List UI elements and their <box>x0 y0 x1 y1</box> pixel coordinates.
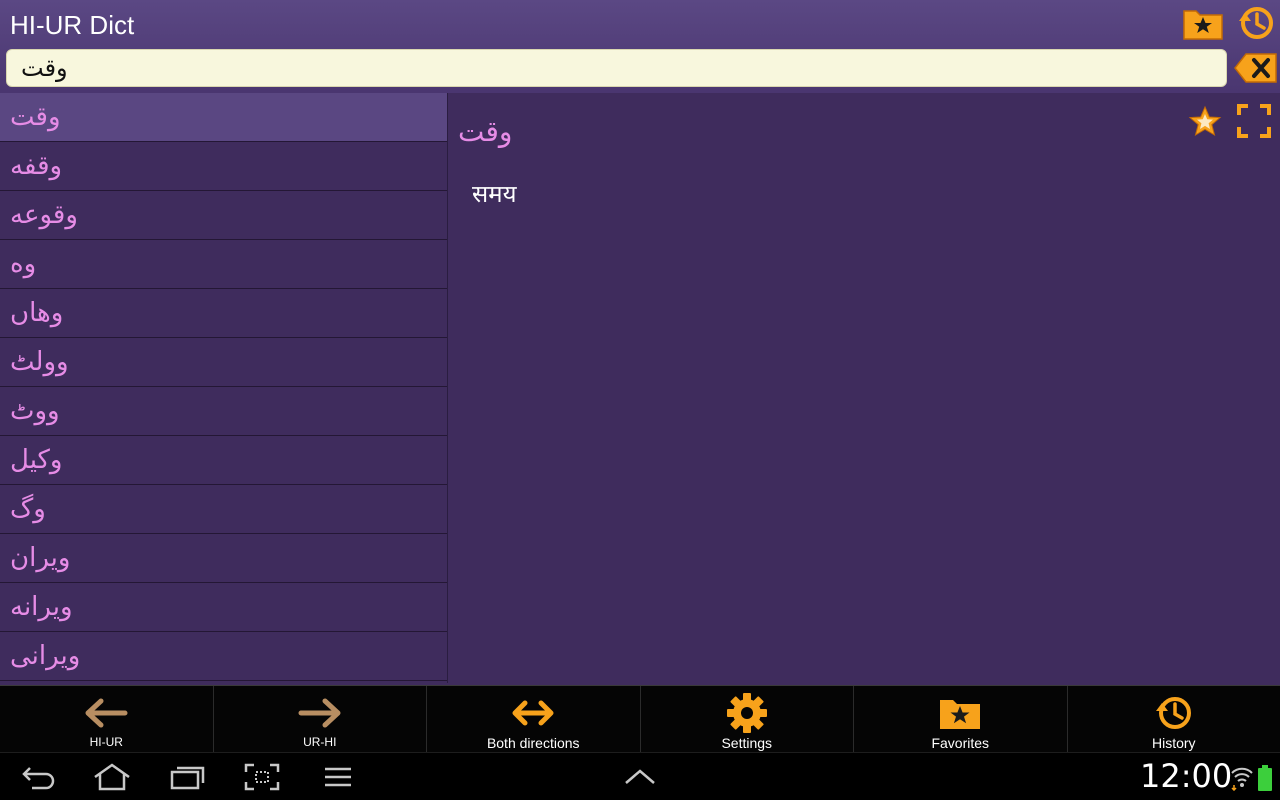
fullscreen-icon <box>1237 104 1271 138</box>
toolbar-label: Settings <box>721 735 773 751</box>
arrow-left-icon <box>85 698 128 728</box>
clock: 12:00 <box>1140 757 1233 795</box>
toolbar-both-directions[interactable]: Both directions <box>427 686 641 752</box>
list-item[interactable]: وهاں <box>0 289 447 338</box>
list-item-text: وولٹ <box>10 347 69 377</box>
list-item[interactable]: وولٹ <box>0 338 447 387</box>
system-navigation-bar: 12:00 <box>0 752 1280 800</box>
list-item-text: ویرانی <box>10 641 81 671</box>
list-item-text: وقفه <box>10 151 63 181</box>
history-icon <box>1239 7 1273 39</box>
back-button[interactable] <box>18 761 58 793</box>
toolbar-label: Both directions <box>486 735 580 751</box>
screenshot-button[interactable] <box>242 761 282 793</box>
word-list: وقت وقفه وقوعه وه وهاں وولٹ ووٹ وکیل وگ ویران ویرا… <box>0 93 448 683</box>
list-item[interactable]: ویرانه <box>0 583 447 632</box>
toolbar-label: HI-UR <box>89 735 123 749</box>
backspace-clear-icon <box>1234 53 1277 83</box>
menu-button[interactable] <box>318 761 358 793</box>
list-item[interactable]: وگ <box>0 485 447 534</box>
list-item-text: وقوعه <box>10 200 78 230</box>
clear-search-button[interactable] <box>1234 48 1278 88</box>
arrow-right-icon <box>298 698 341 728</box>
detail-translation: समय <box>472 180 517 208</box>
expand-up-button[interactable] <box>620 761 660 793</box>
header: HI-UR Dict <box>0 0 1280 93</box>
home-button[interactable] <box>92 761 132 793</box>
favorites-folder-icon <box>1183 10 1223 40</box>
search-box <box>6 49 1227 87</box>
chevron-up-icon <box>625 769 655 784</box>
detail-headword: وقت <box>458 115 513 148</box>
star-icon <box>1188 105 1222 137</box>
gear-icon <box>726 693 767 733</box>
list-item-text: وقت <box>10 102 61 132</box>
app-window: HI-UR Dict وقتوقفهوقوعهوهوهاںوولٹووٹوکی <box>0 0 1280 752</box>
toolbar-hi-ur[interactable]: HI-UR <box>0 686 214 752</box>
history-button[interactable] <box>1233 2 1279 44</box>
menu-icon <box>325 767 351 787</box>
list-item[interactable]: وکیل <box>0 436 447 485</box>
toolbar-settings[interactable]: Settings <box>641 686 854 752</box>
battery-icon <box>1258 765 1272 791</box>
detail-pane: وقت समय <box>448 93 1280 683</box>
toolbar-label: Favorites <box>931 735 990 751</box>
list-item-text: ویران <box>10 543 71 573</box>
list-item[interactable]: وقوعه <box>0 191 447 240</box>
favorites-folder-icon <box>940 700 981 729</box>
toolbar-history[interactable]: History <box>1068 686 1280 752</box>
home-icon <box>94 763 130 791</box>
toolbar-ur-hi[interactable]: UR-HI <box>214 686 427 752</box>
history-icon <box>1155 697 1191 729</box>
list-item-text: وه <box>10 249 37 279</box>
list-item[interactable]: ویرانی <box>0 632 447 681</box>
list-item-text: وگ <box>10 494 46 524</box>
back-icon <box>22 767 55 790</box>
list-item-text: ویرانه <box>10 592 73 622</box>
add-favorite-button[interactable] <box>1188 105 1222 139</box>
wifi-icon <box>1231 767 1253 791</box>
list-item-text: وهاں <box>10 298 64 328</box>
app-title: HI-UR Dict <box>10 10 135 40</box>
list-item[interactable]: وقت <box>0 93 447 142</box>
toolbar-label: History <box>1151 735 1196 751</box>
recent-apps-icon <box>170 766 205 790</box>
list-item[interactable]: ویران <box>0 534 447 583</box>
recent-apps-button[interactable] <box>168 761 208 793</box>
list-item[interactable]: وقفه <box>0 142 447 191</box>
toolbar-label: UR-HI <box>303 735 337 749</box>
list-item[interactable]: ووٹ <box>0 387 447 436</box>
bottom-toolbar: HI-UR UR-HI Both directions Settings Fav… <box>0 685 1280 752</box>
screenshot-icon <box>244 763 280 791</box>
search-input[interactable] <box>7 50 1226 86</box>
arrow-both-icon <box>512 700 554 726</box>
list-item-text: وکیل <box>10 445 63 475</box>
list-item-text: ووٹ <box>10 396 60 426</box>
favorites-button[interactable] <box>1180 2 1226 44</box>
list-item[interactable]: وه <box>0 240 447 289</box>
toolbar-favorites[interactable]: Favorites <box>854 686 1068 752</box>
fullscreen-button[interactable] <box>1236 103 1272 139</box>
